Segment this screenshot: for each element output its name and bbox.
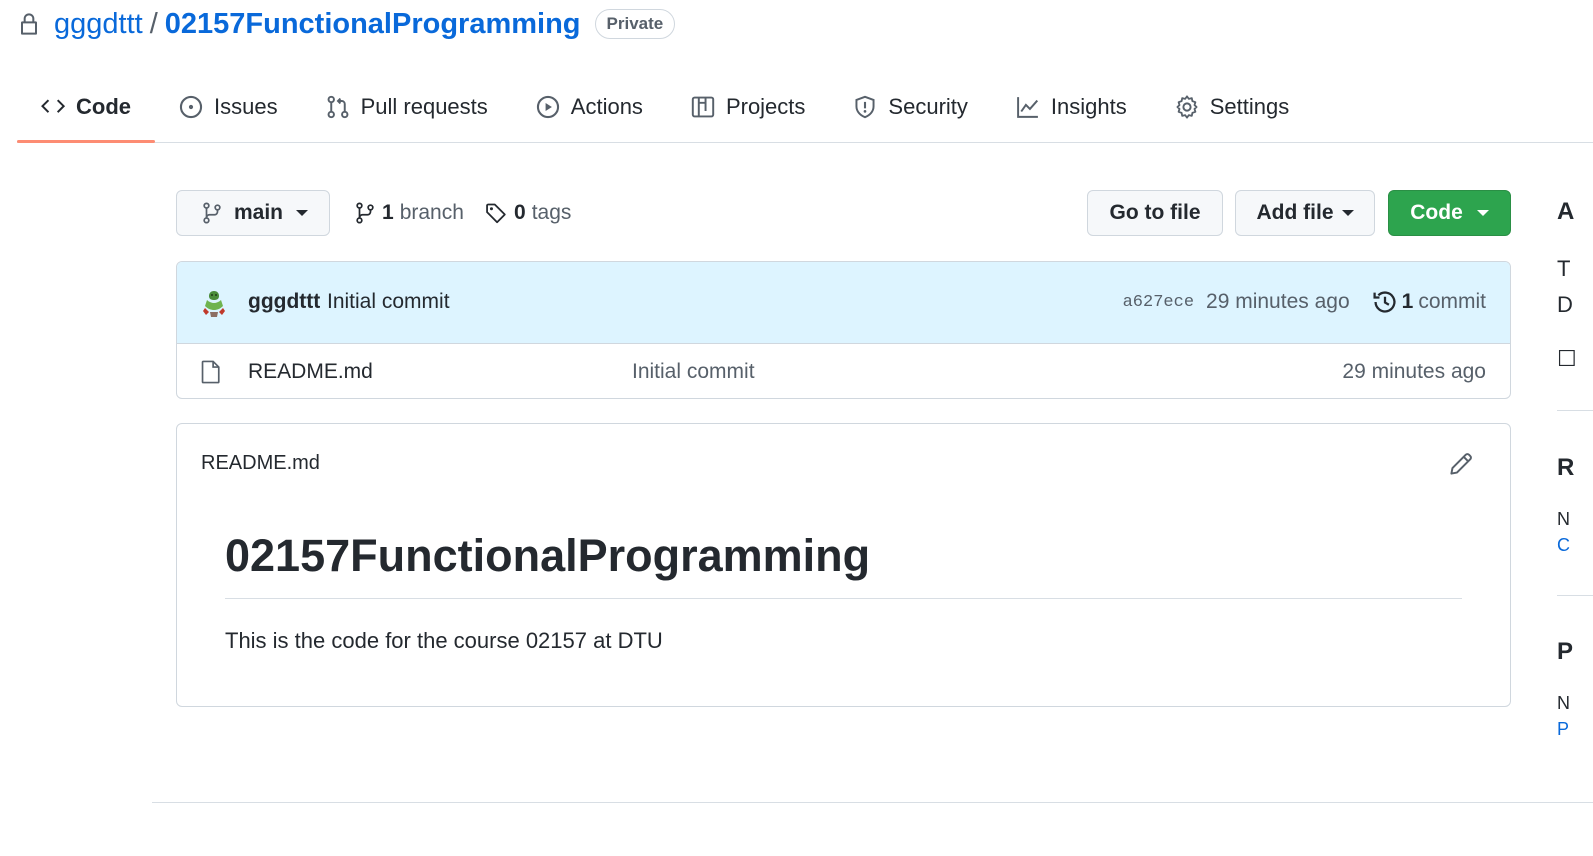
commit-count-label: commit [1418,290,1486,313]
tab-label: Pull requests [360,94,488,119]
tab-projects[interactable]: Projects [667,72,829,142]
graph-icon [1016,95,1040,119]
file-row[interactable]: README.md Initial commit 29 minutes ago [177,344,1510,398]
readme-paragraph: This is the code for the course 02157 at… [225,628,663,653]
tab-label: Code [76,94,131,119]
branches-link[interactable]: 1 branch [355,198,464,228]
sidebar-packages-heading-fragment: P [1557,638,1574,665]
pencil-icon[interactable] [1449,452,1473,476]
tag-count: 0 [514,201,526,224]
latest-commit-row: gggdttt Initial commit a627ece 29 minute… [177,262,1510,344]
footer-divider [152,802,1593,803]
file-name-link[interactable]: README.md [248,360,373,384]
tag-count-label: tags [531,201,572,224]
chevron-down-icon [1341,210,1354,216]
sidebar-icon-fragment: ☐ [1557,346,1577,371]
add-file-button[interactable]: Add file [1235,190,1375,236]
tab-code[interactable]: Code [17,72,155,143]
tag-icon [485,202,507,224]
file-icon [201,360,221,384]
commit-author-link[interactable]: gggdttt [248,290,320,314]
file-commit-message-link[interactable]: Initial commit [632,360,755,384]
sidebar-text-fragment: N [1557,509,1570,529]
tab-actions[interactable]: Actions [512,72,667,142]
play-icon [536,95,560,119]
tab-pull-requests[interactable]: Pull requests [302,72,512,142]
commit-history-link[interactable]: 1 commit [1372,289,1486,315]
git-branch-icon [355,202,375,224]
branch-count-label: branch [399,201,464,224]
tab-settings[interactable]: Settings [1151,72,1314,142]
visibility-badge: Private [594,9,676,39]
readme-panel: README.md 02157FunctionalProgramming Thi… [176,423,1511,707]
code-download-button[interactable]: Code [1388,190,1511,236]
sidebar-divider [1557,410,1593,411]
tab-label: Security [888,94,968,119]
sidebar-link-fragment[interactable]: C [1557,535,1570,556]
tags-link[interactable]: 0 tags [485,198,571,228]
commit-message-link[interactable]: Initial commit [327,290,450,314]
repo-nav-tabs: Code Issues Pull requests Actions Projec… [17,72,1593,143]
tab-label: Issues [214,94,278,119]
shield-icon [853,95,877,119]
tab-label: Settings [1209,94,1290,119]
branch-count: 1 [382,201,394,224]
tab-insights[interactable]: Insights [992,72,1151,142]
tab-security[interactable]: Security [829,72,991,142]
tab-label: Actions [570,94,643,119]
repo-owner-link[interactable]: gggdttt [54,8,143,41]
file-browser: gggdttt Initial commit a627ece 29 minute… [176,261,1511,399]
readme-filename: README.md [201,452,320,474]
commit-sha-link[interactable]: a627ece [1123,293,1194,312]
branch-name: main [234,201,284,224]
code-button-label: Code [1410,201,1463,224]
git-pull-request-icon [326,95,350,119]
commit-count: 1 [1401,290,1414,313]
repo-header: gggdttt / 02157FunctionalProgramming Pri… [18,6,676,42]
issue-opened-icon [179,95,203,119]
readme-heading: 02157FunctionalProgramming [225,528,1462,599]
lock-icon [18,12,40,36]
sidebar-divider [1557,595,1593,596]
branch-select-button[interactable]: main [176,190,330,236]
chevron-down-icon [296,210,309,216]
history-icon [1372,289,1398,315]
commit-time: 29 minutes ago [1206,290,1350,313]
commit-meta: a627ece 29 minutes ago 1 commit [1123,286,1486,318]
go-to-file-button[interactable]: Go to file [1087,190,1223,236]
repo-name-link[interactable]: 02157FunctionalProgramming [165,8,581,41]
add-file-label: Add file [1256,201,1334,224]
sidebar-link-fragment[interactable]: P [1557,719,1569,740]
repo-path-separator: / [149,7,158,40]
sidebar-about-heading-fragment: A [1557,198,1575,225]
tab-label: Insights [1050,94,1127,119]
tab-label: Projects [725,94,806,119]
sidebar-text-fragment: N [1557,693,1570,713]
chevron-down-icon [1476,210,1489,216]
sidebar-releases-heading-fragment: R [1557,454,1575,481]
file-commit-time: 29 minutes ago [1342,360,1486,383]
table-icon [691,95,715,119]
tab-issues[interactable]: Issues [155,72,302,142]
git-branch-icon [202,202,222,224]
gear-icon [1175,95,1199,119]
avatar[interactable] [197,286,231,320]
code-icon [41,95,65,119]
sidebar-text-fragment: D [1557,292,1573,317]
sidebar-text-fragment: T [1557,256,1571,281]
